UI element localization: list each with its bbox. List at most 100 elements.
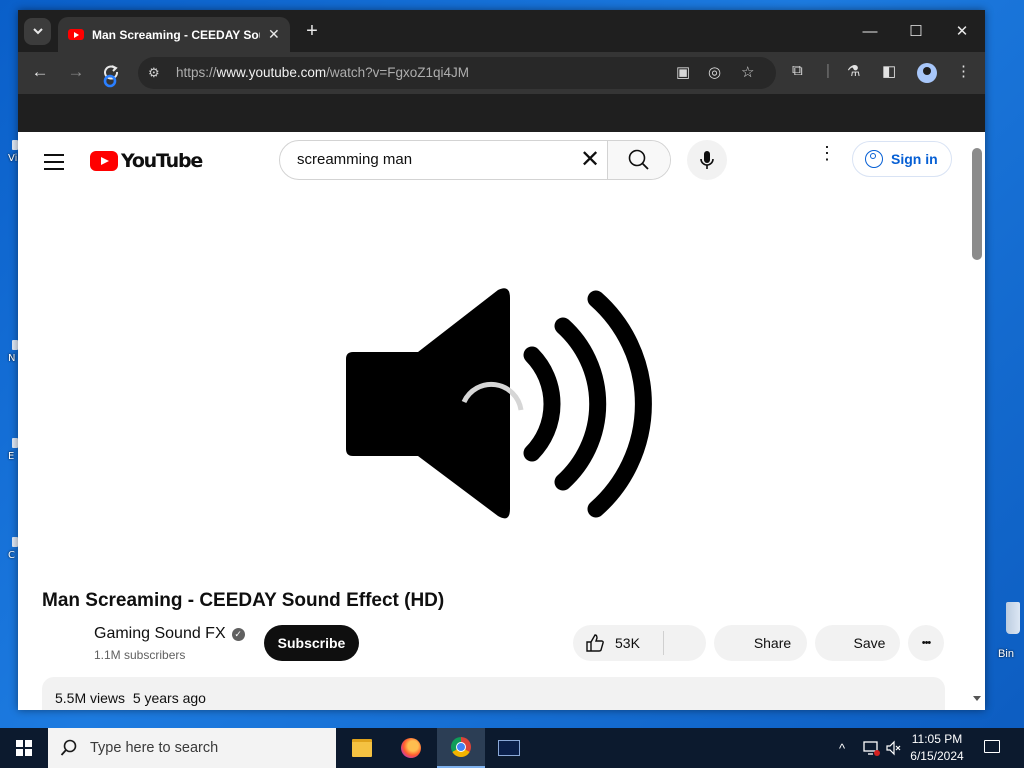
minimize-button[interactable]: — <box>847 10 893 52</box>
file-explorer-button[interactable] <box>338 728 386 768</box>
recycle-bin-icon[interactable]: Bin <box>986 602 1024 660</box>
tray-overflow-chevron-icon[interactable]: ^ <box>839 728 845 768</box>
like-button[interactable]: 53K <box>573 633 663 653</box>
tab-close-icon[interactable]: ✕ <box>268 26 280 43</box>
desktop-icon-fragment[interactable]: Vis <box>0 140 23 164</box>
tab-title: Man Screaming - CEEDAY Sound Effect (HD) <box>92 27 260 42</box>
save-button[interactable]: Save <box>815 625 900 661</box>
network-icon[interactable] <box>862 728 880 768</box>
folder-icon <box>352 739 372 757</box>
site-info-icon[interactable]: ⚙ <box>148 65 160 81</box>
cast-icon[interactable]: ▣ <box>676 63 690 81</box>
firefox-button[interactable] <box>387 728 435 768</box>
recycle-bin-label: Bin <box>998 648 1014 660</box>
scrollbar-thumb[interactable] <box>972 148 982 260</box>
forward-button[interactable]: → <box>65 62 87 82</box>
hamburger-menu-icon[interactable] <box>44 154 64 175</box>
notification-icon[interactable] <box>984 740 1000 753</box>
search-box[interactable]: screamming man ✕ <box>279 140 671 180</box>
browser-toolbar: ← → ⚙ https://www.youtube.com/watch?v=Fg… <box>18 52 985 94</box>
close-window-button[interactable]: ✕ <box>939 10 985 52</box>
youtube-logo-text: YouTube <box>121 150 203 172</box>
speaker-icon <box>346 288 510 519</box>
profile-avatar-icon[interactable] <box>917 63 937 83</box>
channel-name[interactable]: Gaming Sound FX ✓ <box>94 625 245 643</box>
start-button[interactable] <box>0 728 48 768</box>
search-icon <box>628 149 649 170</box>
taskbar-search[interactable]: Type here to search <box>48 728 336 768</box>
chrome-icon <box>451 737 471 757</box>
firefox-icon <box>401 738 421 758</box>
channel-avatar[interactable] <box>46 627 86 667</box>
description-box[interactable]: 5.5M views 5 years ago <box>42 677 945 710</box>
share-label: Share <box>753 635 792 651</box>
url-text[interactable]: https://www.youtube.com/watch?v=FgxoZ1qi… <box>176 65 469 80</box>
microphone-icon <box>700 151 714 169</box>
windows-logo-icon <box>16 740 32 756</box>
youtube-logo[interactable]: YouTube <box>90 150 203 172</box>
share-button[interactable]: Share <box>714 625 807 661</box>
bookmark-bar-area <box>18 94 985 132</box>
account-icon <box>865 150 883 168</box>
taskbar: Type here to search ^ 11:05 PM 6/15/2024 <box>0 728 1024 768</box>
reload-button[interactable] <box>100 62 122 93</box>
toolbar-divider: | <box>826 62 830 79</box>
reload-icon <box>103 65 118 88</box>
browser-menu-icon[interactable]: ⋮ <box>956 62 971 80</box>
subscriber-count: 1.1M subscribers <box>94 648 186 662</box>
chevron-down-icon <box>32 28 43 35</box>
browser-window: Man Screaming - CEEDAY Sound Effect (HD)… <box>18 10 985 710</box>
speaker-graphic <box>346 288 652 519</box>
chrome-button[interactable] <box>437 728 485 768</box>
video-player[interactable] <box>18 192 969 577</box>
youtube-favicon-icon <box>68 29 84 40</box>
maximize-button[interactable]: ☐ <box>893 10 939 52</box>
extensions-icon[interactable]: ⧉ <box>792 62 803 79</box>
dislike-button[interactable] <box>664 625 706 661</box>
browser-titlebar: Man Screaming - CEEDAY Sound Effect (HD)… <box>18 10 985 52</box>
tab-search-button[interactable] <box>24 18 51 45</box>
tracking-eye-icon[interactable]: ◎ <box>708 63 721 81</box>
youtube-play-icon <box>90 151 118 171</box>
side-panel-icon[interactable]: ◧ <box>882 62 896 80</box>
scroll-down-arrow-icon[interactable] <box>973 696 981 701</box>
back-button[interactable]: ← <box>29 62 51 82</box>
video-meta: 5.5M views 5 years ago <box>55 690 206 706</box>
new-tab-button[interactable]: + <box>301 20 323 43</box>
sign-in-button[interactable]: Sign in <box>852 141 952 177</box>
view-count: 5.5M views <box>55 690 126 706</box>
sound-wave-icon <box>523 346 561 462</box>
browser-tab-active[interactable]: Man Screaming - CEEDAY Sound Effect (HD)… <box>58 17 290 52</box>
more-options-icon[interactable]: ⋮ <box>818 144 836 162</box>
verified-check-icon: ✓ <box>231 627 245 641</box>
page-scrollbar[interactable] <box>969 132 985 710</box>
subscribe-button[interactable]: Subscribe <box>264 625 359 661</box>
terminal-button[interactable] <box>485 728 533 768</box>
like-count: 53K <box>615 635 640 651</box>
youtube-page: YouTube screamming man ✕ ⋮ Sign in Man S… <box>18 132 969 710</box>
like-dislike-group: 53K <box>573 625 706 661</box>
clock-time: 11:05 PM <box>911 732 963 746</box>
taskbar-search-placeholder: Type here to search <box>90 740 219 756</box>
sound-wave-icon <box>554 317 607 491</box>
upload-age: 5 years ago <box>132 690 206 706</box>
search-button[interactable] <box>607 141 670 179</box>
terminal-icon <box>498 740 520 756</box>
thumbs-up-icon <box>586 634 604 652</box>
desktop-icon-fragment[interactable]: E <box>0 438 18 462</box>
system-clock[interactable]: 11:05 PM 6/15/2024 <box>902 731 972 765</box>
search-icon <box>60 739 77 756</box>
search-input[interactable]: screamming man <box>297 151 412 168</box>
voice-search-button[interactable] <box>687 140 727 180</box>
clear-search-icon[interactable]: ✕ <box>580 145 600 174</box>
address-bar[interactable]: ⚙ https://www.youtube.com/watch?v=FgxoZ1… <box>138 57 776 89</box>
save-label: Save <box>853 635 886 651</box>
video-title: Man Screaming - CEEDAY Sound Effect (HD) <box>42 590 445 611</box>
desktop-icon-fragment[interactable]: C <box>0 537 18 561</box>
sign-in-label: Sign in <box>891 151 938 167</box>
labs-flask-icon[interactable]: ⚗ <box>847 62 860 80</box>
more-actions-button[interactable]: ••• <box>908 625 944 661</box>
volume-muted-icon[interactable] <box>885 728 903 768</box>
desktop-icon-fragment[interactable]: N <box>0 340 18 364</box>
bookmark-star-icon[interactable]: ☆ <box>741 63 754 81</box>
